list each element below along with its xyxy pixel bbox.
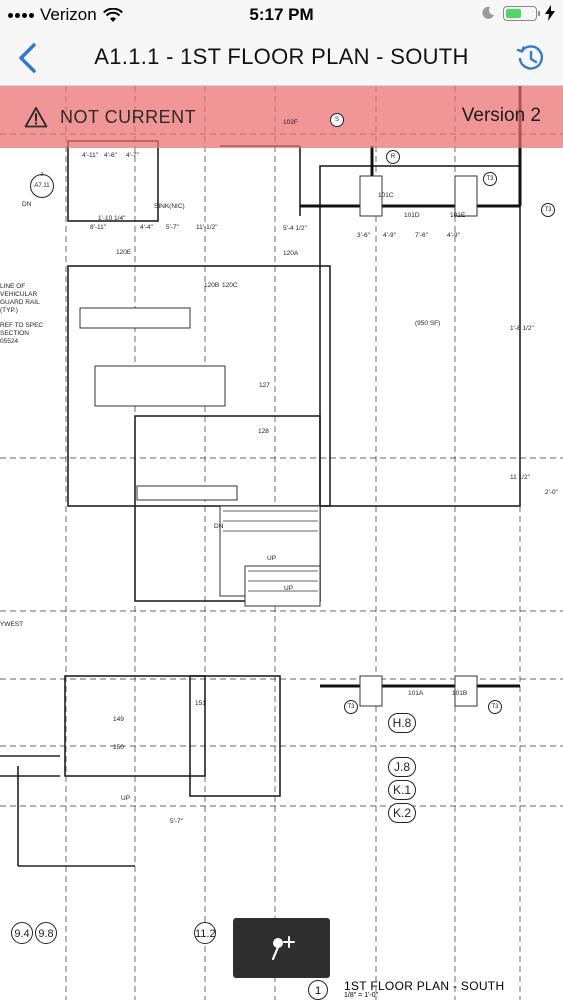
floor-plan-drawing[interactable] bbox=[0, 86, 563, 1000]
battery-icon bbox=[503, 5, 540, 21]
back-button[interactable] bbox=[14, 42, 44, 74]
back-chevron-icon bbox=[19, 43, 36, 73]
drawing-scale: 1/8" = 1'-0" bbox=[344, 992, 379, 999]
battery-fill bbox=[506, 8, 521, 18]
clock: 5:17 PM bbox=[249, 5, 314, 24]
warning-triangle-icon bbox=[24, 107, 48, 128]
status-bar: Verizon 5:17 PM bbox=[0, 0, 563, 30]
nav-bar: A1.1.1 - 1ST FLOOR PLAN - SOUTH bbox=[0, 30, 563, 86]
floor-plan-svg bbox=[0, 86, 563, 1000]
moon-icon bbox=[482, 6, 494, 19]
drawing-title: 1ST FLOOR PLAN - SOUTH bbox=[344, 979, 505, 993]
history-clock-icon bbox=[516, 45, 544, 70]
detail-number: 1 bbox=[308, 980, 328, 1000]
history-button[interactable] bbox=[515, 42, 547, 74]
add-pin-button[interactable] bbox=[233, 918, 330, 978]
charging-icon bbox=[545, 5, 555, 21]
sheet-title: A1.1.1 - 1ST FLOOR PLAN - SOUTH bbox=[94, 44, 469, 69]
status-right bbox=[481, 5, 555, 21]
banner-status: NOT CURRENT bbox=[60, 107, 197, 127]
add-pin-icon bbox=[271, 936, 295, 961]
not-current-banner: NOT CURRENT Version 2 bbox=[0, 86, 563, 148]
banner-version: Version 2 bbox=[461, 105, 541, 126]
drawing-title-block: 1 1ST FLOOR PLAN - SOUTH 1/8" = 1'-0" bbox=[300, 976, 563, 1000]
